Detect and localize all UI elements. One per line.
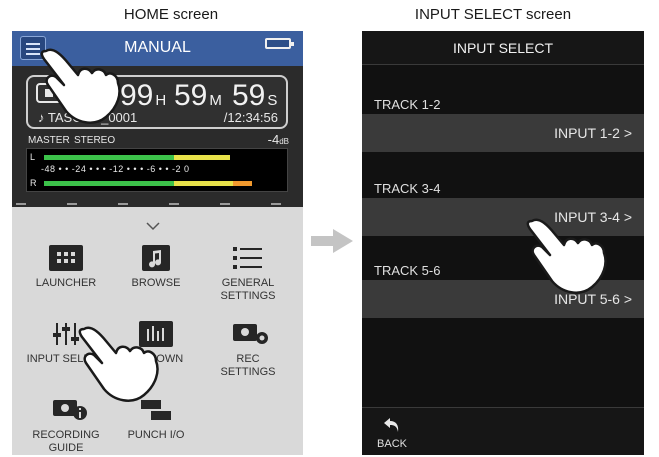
right-channel-label: R [30,178,37,188]
launcher-button[interactable]: LAUNCHER [26,245,106,290]
home-screen: MANUAL 99H 59M 59S ♪ TASCAM_0001 /12:34:… [12,31,303,455]
rec-settings-label: REC SETTINGS [220,353,276,378]
back-label: BACK [377,438,407,450]
recording-guide-label: RECORDING GUIDE [32,429,100,454]
divider [12,199,303,207]
input-select-screen-caption: INPUT SELECT screen [414,6,572,23]
browse-label: BROWSE [131,277,181,289]
input-select-screen: INPUT SELECT TRACK 1-2 INPUT 1-2 > TRACK… [362,31,644,455]
camera-gear-icon [231,321,268,347]
remaining-time: /12:34:56 [223,110,278,125]
rec-settings-button[interactable]: REC SETTINGS [208,321,288,379]
list-icon [231,245,265,271]
punch-io-label: PUNCH I/O [127,429,185,441]
hand-pointer-icon [526,218,607,294]
general-settings-label: GENERAL SETTINGS [220,277,276,302]
input-select-header: INPUT SELECT [362,31,644,65]
browse-button[interactable]: BROWSE [116,245,196,290]
track-label: TRACK 5-6 [374,263,441,278]
hand-pointer-icon [40,48,121,124]
music-note-icon [142,245,170,271]
master-label: MASTER [28,135,70,146]
input-value: INPUT 1-2 > [554,125,632,141]
right-level-bar [44,181,252,186]
meter-scale: -48 • • -24 • • • -12 • • • -6 • • -2 0 [41,164,190,174]
track-label: TRACK 1-2 [374,97,441,112]
chevron-down-icon[interactable] [146,219,160,233]
bottom-bar: BACK [362,407,644,455]
battery-icon [265,38,294,49]
left-channel-label: L [30,152,36,162]
seconds-display: 59 S [232,79,278,112]
grid-icon [49,245,83,271]
input-row-1-2[interactable]: INPUT 1-2 > [362,114,644,152]
back-button[interactable]: BACK [370,414,414,454]
master-level: -4dB [267,132,289,147]
launcher-label: LAUNCHER [35,277,97,289]
mode-label: STEREO [74,135,116,146]
track-label: TRACK 3-4 [374,181,441,196]
back-arrow-icon [384,418,399,432]
minutes-display: 59 M [174,79,222,112]
arrow-right-icon [311,229,353,253]
screen-title: INPUT SELECT [452,40,554,56]
level-meter: L -48 • • -24 • • • -12 • • • -6 • • -2 … [26,148,288,192]
left-level-bar [44,155,230,160]
hand-pointer-icon [78,326,159,402]
home-screen-caption: HOME screen [123,6,219,23]
general-settings-button[interactable]: GENERAL SETTINGS [208,245,288,303]
